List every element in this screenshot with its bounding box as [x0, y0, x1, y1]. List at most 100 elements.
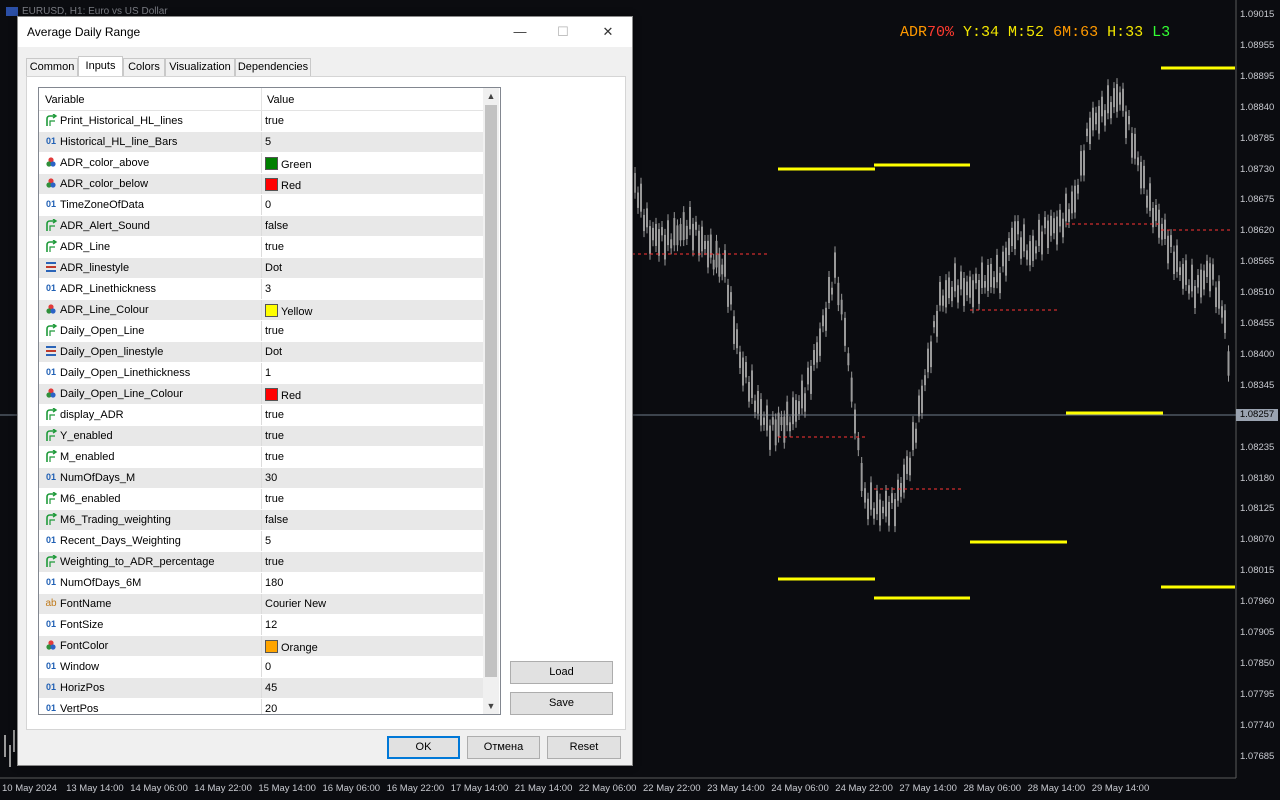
input-value-text: true	[265, 493, 284, 505]
input-value-cell[interactable]: Red	[265, 178, 301, 192]
input-value-cell[interactable]: Green	[265, 157, 312, 171]
candle-body	[748, 381, 750, 402]
input-row[interactable]: 01 ADR_Linethickness 3	[39, 279, 483, 300]
input-value-cell[interactable]: 20	[265, 703, 277, 714]
input-row[interactable]: ADR_Line true	[39, 237, 483, 258]
input-row[interactable]: Print_Historical_HL_lines true	[39, 111, 483, 132]
input-row[interactable]: Weighting_to_ADR_percentage true	[39, 552, 483, 573]
cell-divider	[261, 699, 262, 714]
input-value-cell[interactable]: true	[265, 493, 284, 505]
input-row[interactable]: 01 Daily_Open_Linethickness 1	[39, 363, 483, 384]
input-row[interactable]: ab FontName Courier New	[39, 594, 483, 615]
input-row[interactable]: ADR_color_above Green	[39, 153, 483, 174]
grid-scrollbar[interactable]: ▲ ▼	[483, 88, 499, 714]
input-row[interactable]: Daily_Open_Line true	[39, 321, 483, 342]
input-value-cell[interactable]: 5	[265, 535, 271, 547]
input-row[interactable]: M6_Trading_weighting false	[39, 510, 483, 531]
reset-button[interactable]: Reset	[547, 736, 621, 759]
candle-body	[4, 735, 6, 757]
input-value-cell[interactable]: true	[265, 556, 284, 568]
candle-body	[1068, 209, 1070, 222]
cell-divider	[261, 510, 262, 530]
tab-inputs[interactable]: Inputs	[78, 56, 123, 77]
time-tick-label: 23 May 14:00	[707, 783, 765, 794]
input-row[interactable]: 01 NumOfDays_6M 180	[39, 573, 483, 594]
input-row[interactable]: display_ADR true	[39, 405, 483, 426]
input-row[interactable]: 01 Recent_Days_Weighting 5	[39, 531, 483, 552]
input-row[interactable]: M_enabled true	[39, 447, 483, 468]
input-value-cell[interactable]: 180	[265, 577, 283, 589]
input-row[interactable]: 01 TimeZoneOfData 0	[39, 195, 483, 216]
input-value-cell[interactable]: 30	[265, 472, 277, 484]
candle-body	[1179, 267, 1181, 276]
input-row[interactable]: 01 VertPos 20	[39, 699, 483, 714]
input-value-cell[interactable]: 0	[265, 661, 271, 673]
input-row[interactable]: ADR_color_below Red	[39, 174, 483, 195]
input-value-cell[interactable]: 12	[265, 619, 277, 631]
input-row[interactable]: FontColor Orange	[39, 636, 483, 657]
input-value-cell[interactable]: 45	[265, 682, 277, 694]
input-value-cell[interactable]: Dot	[265, 346, 282, 358]
load-button[interactable]: Load	[510, 661, 613, 684]
cancel-button[interactable]: Отмена	[467, 736, 540, 759]
cell-divider	[261, 405, 262, 425]
cell-divider	[261, 489, 262, 509]
ok-button[interactable]: OK	[387, 736, 460, 759]
input-row[interactable]: ADR_Line_Colour Yellow	[39, 300, 483, 321]
input-value-cell[interactable]: true	[265, 325, 284, 337]
candle-body	[676, 225, 679, 246]
candle-body	[894, 499, 896, 527]
input-value-cell[interactable]: true	[265, 241, 284, 253]
input-value-cell[interactable]: Orange	[265, 640, 318, 654]
input-value-cell[interactable]: true	[265, 451, 284, 463]
input-row[interactable]: 01 NumOfDays_M 30	[39, 468, 483, 489]
input-row[interactable]: Y_enabled true	[39, 426, 483, 447]
input-value-cell[interactable]: false	[265, 220, 288, 232]
input-row[interactable]: 01 Historical_HL_line_Bars 5	[39, 132, 483, 153]
price-tick-label: 1.08180	[1240, 472, 1275, 484]
tab-common[interactable]: Common	[26, 58, 78, 77]
candle-body	[685, 225, 688, 240]
scrollbar-thumb[interactable]	[485, 105, 497, 677]
input-row[interactable]: Daily_Open_linestyle Dot	[39, 342, 483, 363]
tab-dependencies[interactable]: Dependencies	[235, 58, 311, 77]
candle-body	[1143, 165, 1145, 189]
column-header-variable[interactable]: Variable	[45, 94, 85, 106]
input-value-cell[interactable]: Red	[265, 388, 301, 402]
input-row[interactable]: 01 HorizPos 45	[39, 678, 483, 699]
column-header-value[interactable]: Value	[267, 94, 294, 106]
input-row[interactable]: M6_enabled true	[39, 489, 483, 510]
input-row[interactable]: 01 Window 0	[39, 657, 483, 678]
minimize-icon[interactable]: —	[505, 21, 535, 43]
input-value-cell[interactable]: true	[265, 409, 284, 421]
input-row[interactable]: Daily_Open_Line_Colour Red	[39, 384, 483, 405]
input-value-cell[interactable]: false	[265, 514, 288, 526]
tab-colors[interactable]: Colors	[123, 58, 165, 77]
input-value-cell[interactable]: 5	[265, 136, 271, 148]
input-value-cell[interactable]: true	[265, 115, 284, 127]
input-value-cell[interactable]: Courier New	[265, 598, 326, 610]
price-axis[interactable]: 1.09015 1.08955 1.08895 1.08840 1.08785 1.087…	[1236, 0, 1280, 778]
column-divider[interactable]	[261, 88, 262, 110]
time-tick-label: 21 May 14:00	[514, 783, 573, 794]
input-row[interactable]: ADR_linestyle Dot	[39, 258, 483, 279]
input-value-cell[interactable]: true	[265, 430, 284, 442]
input-value-cell[interactable]: Yellow	[265, 304, 312, 318]
input-value-text: 30	[265, 472, 278, 484]
tab-visualization[interactable]: Visualization	[165, 58, 235, 77]
time-axis[interactable]: 10 May 2024 13 May 14:00 14 May 06:00 14 Ma…	[0, 778, 1236, 800]
input-value-cell[interactable]: 1	[265, 367, 271, 379]
maximize-icon[interactable]: ☐	[548, 21, 578, 43]
close-icon[interactable]: ✕	[593, 21, 623, 43]
input-value-cell[interactable]: 3	[265, 283, 271, 295]
scroll-up-icon[interactable]: ▲	[483, 88, 499, 104]
price-tick-label: 1.08675	[1240, 194, 1275, 206]
input-row[interactable]: ADR_Alert_Sound false	[39, 216, 483, 237]
input-row[interactable]: 01 FontSize 12	[39, 615, 483, 636]
save-button[interactable]: Save	[510, 692, 613, 715]
number-icon: 01	[45, 619, 56, 629]
input-value-cell[interactable]: Dot	[265, 262, 282, 274]
dialog-titlebar[interactable]: Average Daily Range — ☐ ✕	[18, 17, 632, 47]
scroll-down-icon[interactable]: ▼	[483, 698, 499, 714]
input-value-cell[interactable]: 0	[265, 199, 271, 211]
